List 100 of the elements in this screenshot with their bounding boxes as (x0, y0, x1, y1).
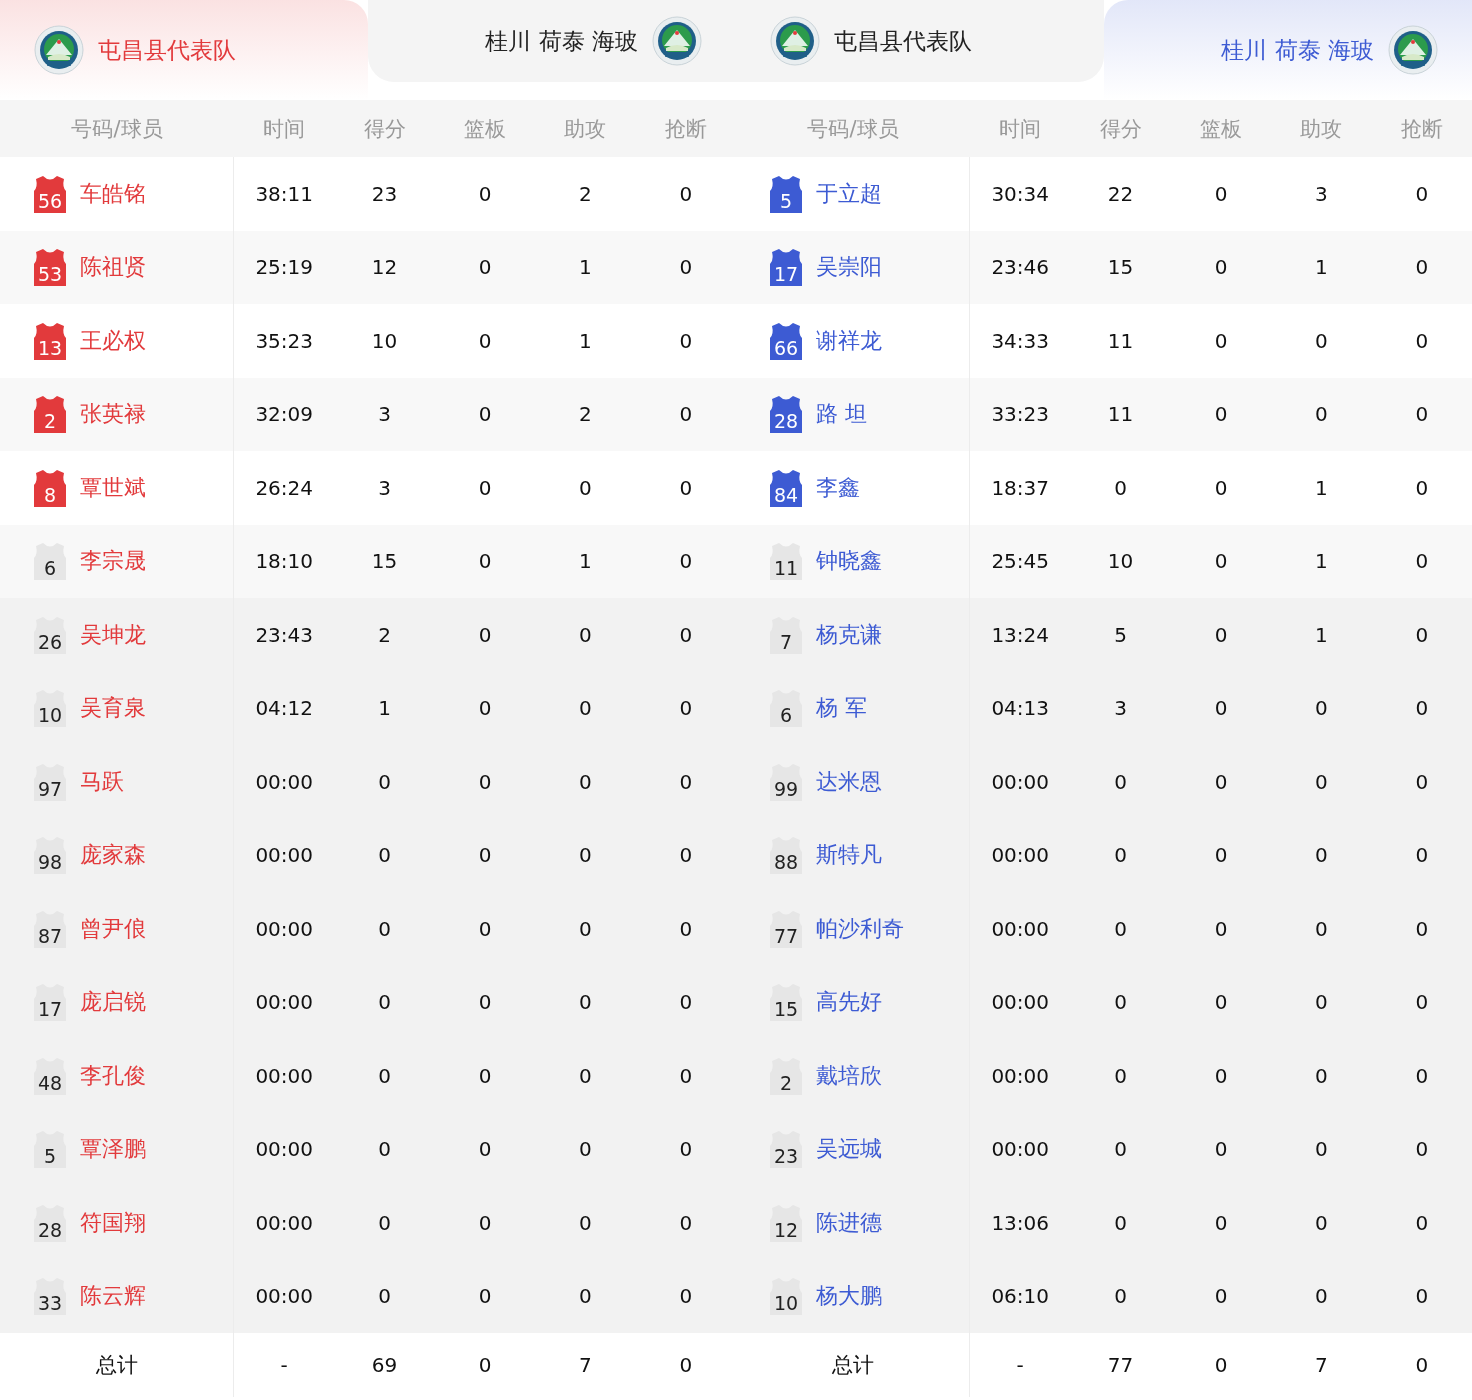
stat-value: 0 (1113, 843, 1128, 868)
stat-value: 00:00 (254, 1063, 314, 1088)
team-tab[interactable]: 桂川 荷泰 海玻 (368, 0, 736, 82)
jersey-number: 17 (32, 983, 68, 1022)
jersey-number: 98 (32, 836, 68, 875)
stat-value: 00:00 (254, 1210, 314, 1235)
jersey-number: 5 (768, 174, 804, 213)
stat-value: 00:00 (254, 769, 314, 794)
player-name: 戴培欣 (816, 1061, 882, 1090)
jersey-number: 28 (32, 1203, 68, 1242)
stat-value: 0 (1213, 1210, 1229, 1235)
jersey-number: 10 (768, 1277, 804, 1316)
column-header: 得分 (1098, 115, 1143, 143)
stat-value: 0 (1113, 475, 1128, 500)
stat-value: 22 (1106, 181, 1135, 206)
player-name: 于立超 (816, 179, 882, 208)
stat-value: 0 (578, 916, 593, 941)
stat-value: 0 (1414, 622, 1430, 647)
jersey-number: 17 (768, 248, 804, 287)
stat-value: 10 (370, 328, 399, 353)
stat-value: 0 (377, 990, 392, 1015)
stat-value: 0 (1213, 696, 1229, 721)
stat-value: 0 (1314, 1063, 1329, 1088)
stat-value: 0 (1113, 769, 1128, 794)
stat-value: 0 (678, 696, 694, 721)
player-name: 李孔俊 (80, 1061, 146, 1090)
team-logo-icon (652, 16, 702, 66)
player-name: 陈进德 (816, 1208, 882, 1237)
stat-value: 00:00 (254, 916, 314, 941)
stat-value: 13:24 (990, 622, 1050, 647)
stat-value: 0 (678, 475, 694, 500)
stat-value: 3 (377, 402, 392, 427)
total-value: 69 (370, 1353, 399, 1377)
stat-value: 0 (1213, 402, 1229, 427)
stat-value: 04:13 (990, 696, 1050, 721)
column-header: 抢断 (663, 115, 708, 143)
total-value: - (279, 1353, 289, 1377)
stat-value: 1 (578, 549, 593, 574)
stat-value: 38:11 (254, 181, 314, 206)
stat-value: 0 (1314, 328, 1329, 353)
stat-value: 0 (678, 1210, 694, 1235)
player-name: 钟晓鑫 (816, 547, 882, 576)
jersey-number: 2 (32, 395, 68, 434)
stat-value: 0 (678, 328, 694, 353)
stat-value: 0 (477, 1284, 493, 1309)
stat-value: 0 (578, 843, 593, 868)
jersey-number: 12 (768, 1203, 804, 1242)
stat-value: 0 (1213, 549, 1229, 574)
stat-value: 15 (370, 549, 399, 574)
stat-value: 0 (377, 916, 392, 941)
jersey-number: 15 (768, 983, 804, 1022)
jersey-number: 99 (768, 762, 804, 801)
stat-value: 13:06 (990, 1210, 1050, 1235)
player-name: 覃世斌 (80, 473, 146, 502)
jersey-number: 26 (32, 615, 68, 654)
stat-value: 0 (477, 255, 493, 280)
stat-value: 0 (477, 549, 493, 574)
team-logo-icon (34, 25, 84, 75)
player-name: 斯特凡 (816, 841, 882, 870)
stat-value: 0 (477, 622, 493, 647)
stat-value: 0 (477, 769, 493, 794)
jersey-number: 7 (768, 615, 804, 654)
player-name: 杨 军 (816, 694, 867, 723)
stat-value: 33:23 (990, 402, 1050, 427)
player-name: 吴崇阳 (816, 253, 882, 282)
stat-value: 0 (1314, 916, 1329, 941)
stat-value: 0 (1414, 549, 1430, 574)
stat-value: 0 (578, 1284, 593, 1309)
stat-value: 0 (1213, 1063, 1229, 1088)
jersey-number: 77 (768, 909, 804, 948)
stat-value: 11 (1106, 328, 1135, 353)
stat-value: 0 (578, 475, 593, 500)
stat-value: 2 (377, 622, 392, 647)
jersey-number: 84 (768, 468, 804, 507)
stat-value: 0 (1314, 696, 1329, 721)
player-name: 达米恩 (816, 767, 882, 796)
stat-value: 0 (678, 1137, 694, 1162)
team-tab[interactable]: 屯昌县代表队 (736, 0, 1104, 82)
stat-value: 0 (477, 475, 493, 500)
jersey-number: 8 (32, 468, 68, 507)
stat-value: 00:00 (990, 769, 1050, 794)
total-value: 0 (477, 1353, 493, 1377)
column-header: 时间 (262, 115, 307, 143)
stat-value: 0 (377, 1137, 392, 1162)
stat-value: 0 (1213, 328, 1229, 353)
column-header: 助攻 (1299, 115, 1344, 143)
player-name: 吴远城 (816, 1135, 882, 1164)
stat-value: 0 (1414, 990, 1430, 1015)
stat-value: 00:00 (990, 1137, 1050, 1162)
stat-value: 12 (370, 255, 399, 280)
column-header: 助攻 (563, 115, 608, 143)
total-value: 77 (1106, 1353, 1135, 1377)
stat-value: 34:33 (990, 328, 1050, 353)
stat-value: 0 (377, 769, 392, 794)
stat-value: 0 (1314, 990, 1329, 1015)
stat-value: 0 (678, 402, 694, 427)
player-name: 吴育泉 (80, 694, 146, 723)
jersey-number: 53 (32, 248, 68, 287)
player-name: 车皓铭 (80, 179, 146, 208)
stat-value: 0 (1414, 1063, 1430, 1088)
